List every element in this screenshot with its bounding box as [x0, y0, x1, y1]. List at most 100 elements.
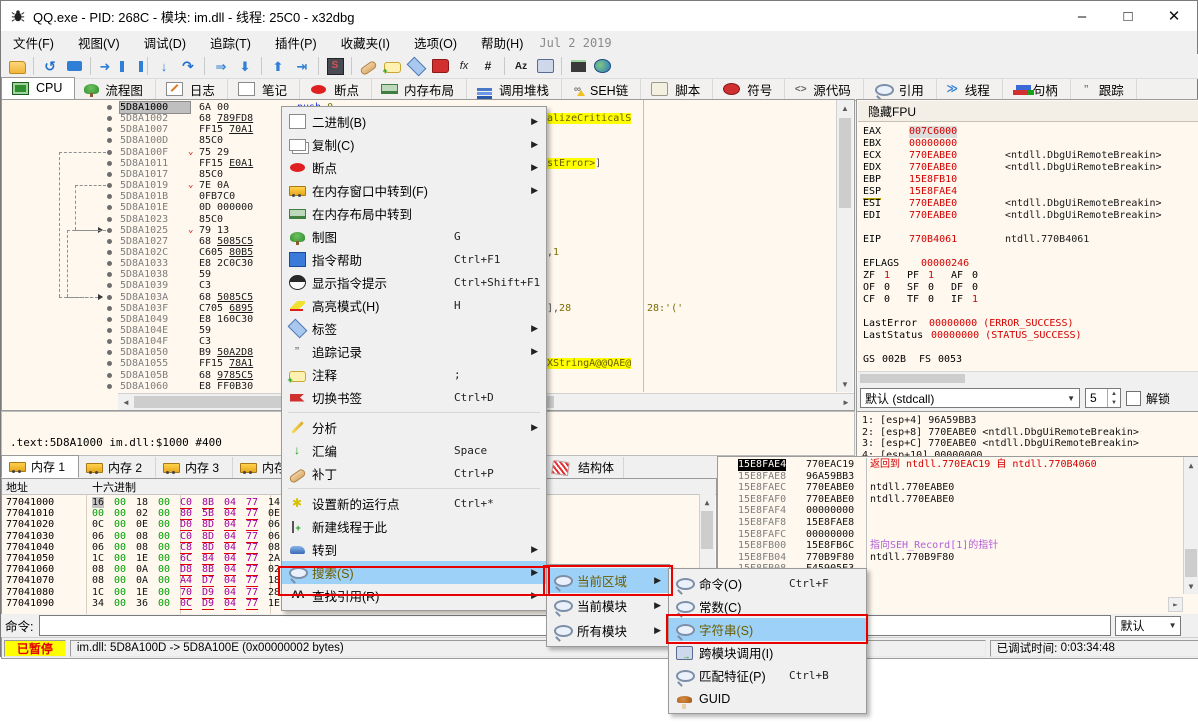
disasm-address[interactable]: 5D8A1002 — [120, 113, 190, 124]
az-button[interactable]: Az — [509, 56, 533, 76]
stop-button[interactable] — [62, 56, 86, 76]
menubar-item[interactable]: 选项(O) — [402, 30, 469, 55]
register-line[interactable] — [857, 222, 1198, 234]
dump-byte[interactable]: D9 — [202, 598, 214, 610]
dump-byte[interactable]: 77 — [246, 564, 258, 576]
dump-byte[interactable]: 77 — [246, 508, 258, 520]
dump-byte[interactable]: 02 — [136, 508, 148, 519]
dump-byte[interactable]: 0A — [136, 575, 148, 586]
modules-button[interactable] — [533, 56, 557, 76]
unlock-checkbox[interactable] — [1126, 391, 1141, 406]
stack-row[interactable]: 15E8FAF815E8FAE8 — [718, 517, 1198, 529]
menu-item-search-magnifier[interactable]: 搜索(S)▶ — [282, 561, 546, 584]
dump-address[interactable]: 77041020 — [6, 519, 54, 530]
dump-byte[interactable]: 70 — [180, 587, 192, 599]
stack-row[interactable]: 15E8FB0015E8FB6C指向SEH_Record[1]的指针 — [718, 540, 1198, 552]
dump-byte[interactable]: 00 — [114, 587, 126, 598]
dump-byte[interactable]: 00 — [114, 598, 126, 609]
menubar-item[interactable]: 视图(V) — [66, 30, 132, 55]
argument-count-spinner[interactable]: 5▲▼ — [1085, 388, 1121, 408]
dump-byte[interactable]: 5B — [202, 508, 214, 520]
menu-item-cross-module-call[interactable]: 跨模块调用(I) — [669, 641, 866, 664]
dump-byte[interactable]: 77 — [246, 575, 258, 587]
stack-row[interactable]: 15E8FB04770B9F80ntdll.770B9F80 — [718, 552, 1198, 564]
pause-button[interactable] — [119, 56, 143, 76]
dump-byte[interactable]: C8 — [180, 542, 192, 554]
dump-byte[interactable]: 00 — [114, 497, 126, 508]
disasm-bytes[interactable]: 7E 0A — [199, 180, 229, 191]
stack-value[interactable]: 15E8FAE8 — [806, 517, 854, 529]
menu-item-mag-all[interactable]: 所有模块▶ — [547, 618, 669, 643]
breakpoint-dot-icon[interactable] — [107, 283, 112, 288]
breakpoint-dot-icon[interactable] — [107, 261, 112, 266]
dump-byte[interactable]: 8D — [202, 519, 214, 531]
disasm-address[interactable]: 5D8A103F — [120, 303, 190, 314]
breakpoint-dot-icon[interactable] — [107, 328, 112, 333]
disasm-bytes[interactable]: C605 80B5 — [199, 247, 253, 258]
disasm-address[interactable]: 5D8A1049 — [120, 314, 190, 325]
tab-trace[interactable]: ”跟踪 — [1071, 79, 1137, 100]
dump-byte[interactable]: 04 — [224, 542, 236, 554]
dump-byte[interactable]: 1E — [268, 598, 280, 609]
register-line[interactable]: ESI770EABE0<ntdll.DbgUiRemoteBreakin> — [857, 198, 1198, 210]
disasm-address[interactable]: 5D8A105B — [120, 370, 190, 381]
fx-button[interactable]: fx — [452, 56, 476, 76]
menu-item-highlight-mode[interactable]: 高亮模式(H)H — [282, 294, 546, 317]
disasm-bytes[interactable]: FF15 70A1 — [199, 124, 253, 135]
dump-byte[interactable]: 77 — [246, 598, 258, 610]
tab-cpu[interactable]: CPU — [1, 77, 75, 100]
register-line[interactable]: EFLAGS00000246 — [857, 258, 1198, 270]
restart-button[interactable]: ↺ — [38, 56, 62, 76]
breakpoint-dot-icon[interactable] — [107, 361, 112, 366]
dump-byte[interactable]: 1E — [136, 587, 148, 598]
registers-pane[interactable]: 隐藏FPU EAX007C6000EBX00000000ECX770EABE0<… — [856, 99, 1198, 458]
menubar-item[interactable]: 插件(P) — [263, 30, 329, 55]
breakpoint-dot-icon[interactable] — [107, 161, 112, 166]
disasm-address[interactable]: 5D8A1023 — [120, 214, 190, 225]
menu-item-analyze-wand[interactable]: 分析▶ — [282, 416, 546, 439]
menu-item-goto-memory-map[interactable]: 在内存布局中转到 — [282, 202, 546, 225]
dump-byte[interactable]: 06 — [268, 519, 280, 530]
scroll-right-icon[interactable]: ► — [840, 396, 852, 408]
breakpoint-dot-icon[interactable] — [107, 239, 112, 244]
disasm-address[interactable]: 5D8A1050 — [120, 347, 190, 358]
breakpoint-dot-icon[interactable] — [107, 127, 112, 132]
dump-byte[interactable]: 28 — [268, 587, 280, 598]
tab-dump-3[interactable]: 内存 3 — [156, 457, 233, 478]
run-down-button[interactable]: ⬇ — [233, 56, 257, 76]
menu-item-bookmark[interactable]: 切换书签Ctrl+D — [282, 386, 546, 409]
dump-address[interactable]: 77041050 — [6, 553, 54, 564]
dump-byte[interactable]: 04 — [224, 587, 236, 599]
stack-address[interactable]: 15E8FAF4 — [738, 505, 786, 517]
disasm-bytes[interactable]: B9 50A2D8 — [199, 347, 253, 358]
disasm-address[interactable]: 5D8A1017 — [120, 169, 190, 180]
stack-value[interactable]: 00000000 — [806, 529, 854, 541]
dump-byte[interactable]: D9 — [202, 587, 214, 599]
breakpoint-dot-icon[interactable] — [107, 272, 112, 277]
dump-byte[interactable]: 80 — [180, 508, 192, 520]
menubar-item[interactable]: 收藏夹(I) — [329, 30, 402, 55]
dump-byte[interactable]: 04 — [224, 598, 236, 610]
dump-byte[interactable]: 1C — [92, 587, 104, 598]
step-out-button[interactable]: ⬆ — [266, 56, 290, 76]
calculator-button[interactable] — [566, 56, 590, 76]
register-line[interactable]: EIP770B4061ntdll.770B4061 — [857, 234, 1198, 246]
dump-byte[interactable]: 8D — [202, 542, 214, 554]
dump-byte[interactable]: 00 — [114, 531, 126, 542]
scrollbar-thumb[interactable] — [701, 511, 713, 549]
register-line[interactable]: CF0TF0IF1 — [857, 294, 1198, 306]
dump-byte[interactable]: 2A — [268, 553, 280, 564]
dump-byte[interactable]: 0A — [136, 564, 148, 575]
menu-item-assemble[interactable]: ↓汇编Space — [282, 439, 546, 462]
disasm-bytes[interactable]: E8 FF0B30 — [199, 381, 253, 392]
tab-symbols[interactable]: 符号 — [713, 79, 785, 100]
menu-item-graph[interactable]: 制图G — [282, 225, 546, 248]
stack-address[interactable]: 15E8FAEC — [738, 482, 786, 494]
dump-byte[interactable]: 18 — [136, 497, 148, 508]
dump-byte[interactable]: 77 — [246, 587, 258, 599]
registers-hscrollbar[interactable] — [858, 371, 1198, 385]
dump-byte[interactable]: 1C — [92, 553, 104, 564]
menubar-item[interactable]: 追踪(T) — [198, 30, 263, 55]
dump-byte[interactable]: 77 — [246, 553, 258, 565]
scroll-up-icon[interactable]: ▲ — [701, 496, 713, 508]
